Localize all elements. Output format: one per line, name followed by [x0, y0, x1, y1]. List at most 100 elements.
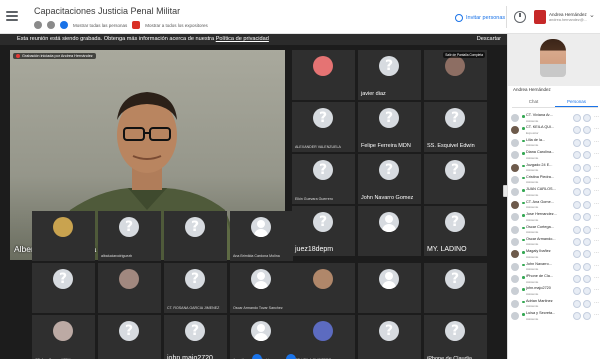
list-item[interactable]: Cristina Piedra... Asistente ⋯ [510, 174, 599, 186]
microphone-icon[interactable] [573, 213, 581, 222]
participant-tile[interactable]: CT. KEILA QUINTERO [292, 315, 355, 359]
list-item[interactable]: CT. Ana Gome... Asistente ⋯ [510, 199, 599, 211]
list-item[interactable]: Luisa y Secreta... Asistente ⋯ [510, 310, 599, 322]
more-options-icon[interactable]: ⋯ [594, 250, 599, 256]
exit-fullscreen-button[interactable]: Salir de Pantalla Completa [443, 52, 485, 58]
list-item[interactable]: Oscar Armando... Asistente ⋯ [510, 236, 599, 248]
camera-icon[interactable] [583, 275, 591, 284]
microphone-icon[interactable] [573, 200, 581, 209]
camera-icon[interactable] [583, 262, 591, 271]
camera-icon[interactable] [583, 163, 591, 172]
microphone-icon[interactable] [573, 287, 581, 296]
microphone-icon[interactable] [573, 151, 581, 160]
participant-tile[interactable] [32, 263, 95, 313]
more-options-icon[interactable]: ⋯ [594, 151, 599, 157]
more-options-icon[interactable]: ⋯ [594, 188, 599, 194]
camera-icon[interactable] [583, 312, 591, 321]
camera-icon[interactable] [583, 299, 591, 308]
camera-icon[interactable] [583, 213, 591, 222]
list-item[interactable]: Lilia de la... Asistente ⋯ [510, 137, 599, 149]
avatar[interactable] [534, 10, 546, 24]
list-item[interactable]: Diana Carolina... Asistente ⋯ [510, 149, 599, 161]
privacy-policy-link[interactable]: Política de privacidad [216, 36, 269, 42]
participant-tile[interactable] [292, 263, 355, 313]
participant-tile[interactable]: javier diaz [358, 50, 421, 100]
participant-tile[interactable] [424, 263, 487, 313]
participant-tile[interactable]: John Navarro Gomez [358, 154, 421, 204]
list-item[interactable]: iPhone de Cla... Asistente ⋯ [510, 273, 599, 285]
more-options-icon[interactable]: ⋯ [594, 287, 599, 293]
list-item[interactable]: Jose Hernandez... Asistente ⋯ [510, 211, 599, 223]
participant-tile[interactable]: iPhone de Claudia [424, 315, 487, 359]
participant-tile[interactable]: MY. LADINO [424, 206, 487, 256]
more-options-icon[interactable]: ⋯ [594, 164, 599, 170]
reaction-icon[interactable] [34, 21, 42, 29]
more-options-icon[interactable]: ⋯ [594, 126, 599, 132]
participant-tile[interactable]: Jose Hernandez Rodriguez [230, 315, 293, 359]
participant-tile[interactable]: Oscar Armando Tovar Sanchez [230, 263, 293, 313]
self-video[interactable] [508, 34, 600, 86]
camera-icon[interactable] [583, 250, 591, 259]
presenters-icon[interactable] [132, 21, 141, 29]
participant-tile[interactable]: Elkin Guevara Guerrero [292, 154, 355, 204]
show-people-icon[interactable] [60, 21, 68, 29]
show-presenters-link[interactable]: Mostrar a todos los expositores [145, 23, 208, 28]
more-options-icon[interactable]: ⋯ [594, 263, 599, 269]
camera-icon[interactable] [583, 126, 591, 135]
list-item[interactable]: Adrian Martinez Asistente ⋯ [510, 298, 599, 310]
menu-icon[interactable] [6, 11, 18, 21]
participant-tile[interactable] [358, 263, 421, 313]
camera-icon[interactable] [583, 175, 591, 184]
list-item[interactable]: john.majo2720 Asistente ⋯ [510, 285, 599, 297]
chevron-down-icon[interactable]: ⌄ [136, 5, 143, 14]
list-item[interactable]: JUAN CARLOS... Asistente ⋯ [510, 186, 599, 198]
more-options-icon[interactable]: ⋯ [594, 300, 599, 306]
invite-people-button[interactable]: Invitar personas [455, 14, 505, 22]
microphone-icon[interactable] [573, 312, 581, 321]
show-all-people-link[interactable]: Mostrar todas las personas [73, 23, 127, 28]
microphone-icon[interactable] [573, 275, 581, 284]
participant-tile[interactable] [32, 211, 95, 261]
participant-tile[interactable]: Felipe Ferreira MDN [358, 102, 421, 152]
microphone-icon[interactable] [573, 114, 581, 122]
participant-tile[interactable]: juez18depm [292, 206, 355, 256]
microphone-icon[interactable] [573, 175, 581, 184]
camera-icon[interactable] [583, 225, 591, 234]
participant-tile[interactable]: CT. Ana Gomez 17PM [32, 315, 95, 359]
more-options-icon[interactable]: ⋯ [594, 226, 599, 232]
participant-tile[interactable]: SS. Esquivel Edwin [424, 102, 487, 152]
participant-tile[interactable]: john.majo2720 [164, 315, 227, 359]
microphone-icon[interactable] [573, 126, 581, 135]
list-item[interactable]: Juzgado 24 E... Asistente ⋯ [510, 162, 599, 174]
microphone-icon[interactable] [573, 188, 581, 197]
camera-icon[interactable] [583, 188, 591, 197]
microphone-icon[interactable] [573, 138, 581, 147]
microphone-icon[interactable] [573, 163, 581, 172]
camera-icon[interactable] [583, 287, 591, 296]
more-options-icon[interactable]: ⋯ [594, 213, 599, 219]
list-item[interactable]: CT. Viviana Ar... Asistente ⋯ [510, 112, 599, 124]
dismiss-button[interactable]: Descartar [477, 34, 501, 45]
camera-icon[interactable] [583, 138, 591, 147]
camera-icon[interactable] [583, 114, 591, 122]
more-options-icon[interactable]: ⋯ [594, 275, 599, 281]
more-options-icon[interactable]: ⋯ [594, 238, 599, 244]
microphone-icon[interactable] [573, 237, 581, 246]
microphone-icon[interactable] [573, 250, 581, 259]
participant-tile[interactable]: albaluciarodriguezb [98, 211, 161, 261]
participant-tile[interactable]: ALEXANDER VALENZUELA [292, 102, 355, 152]
camera-icon[interactable] [583, 237, 591, 246]
participant-tile[interactable] [358, 315, 421, 359]
list-item[interactable]: Oscar Cortega... Asistente ⋯ [510, 224, 599, 236]
more-options-icon[interactable]: ⋯ [594, 312, 599, 318]
list-item[interactable]: Magaly Ibañez Asistente ⋯ [510, 248, 599, 260]
more-options-icon[interactable]: ⋯ [594, 139, 599, 145]
participant-tile[interactable]: Ana Brimilda Cardona Molina [230, 211, 293, 261]
participant-tile[interactable] [292, 50, 355, 100]
camera-icon[interactable] [583, 151, 591, 160]
list-item[interactable]: John Navarro... Asistente ⋯ [510, 261, 599, 273]
microphone-icon[interactable] [573, 225, 581, 234]
microphone-icon[interactable] [573, 299, 581, 308]
more-options-icon[interactable]: ⋯ [594, 201, 599, 207]
participant-tile[interactable] [98, 315, 161, 359]
